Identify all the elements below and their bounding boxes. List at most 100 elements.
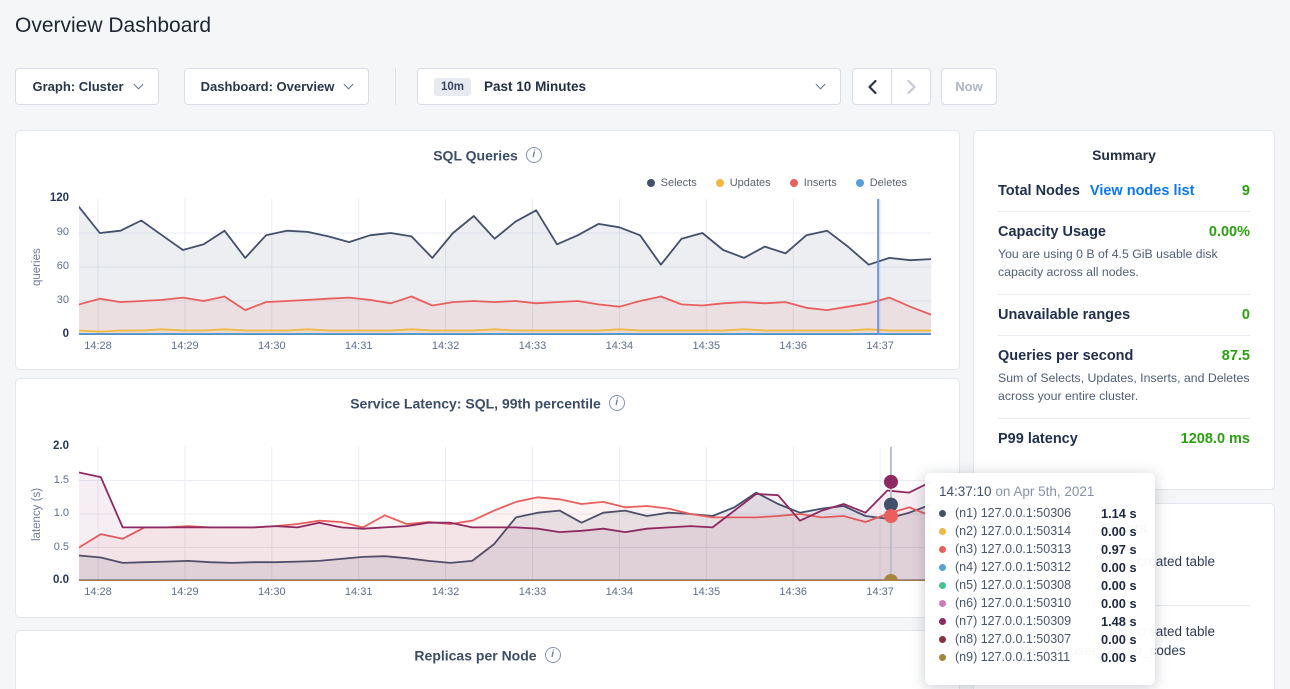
time-next-button[interactable] bbox=[891, 68, 931, 105]
chart-hover-tooltip: 14:37:10 on Apr 5th, 2021 (n1) 127.0.0.1… bbox=[925, 473, 1155, 685]
series-dot-icon bbox=[939, 600, 946, 607]
summary-value: 9 bbox=[1242, 183, 1250, 199]
legend-dot-icon bbox=[716, 179, 724, 187]
tooltip-node-value: 0.97 s bbox=[1101, 542, 1137, 557]
x-axis-tick: 14:29 bbox=[171, 586, 199, 598]
now-button[interactable]: Now bbox=[941, 68, 997, 105]
x-axis-tick: 14:36 bbox=[779, 586, 807, 598]
series-dot-icon bbox=[939, 636, 946, 643]
summary-row: Capacity Usage 0.00% You are using 0 B of … bbox=[998, 212, 1250, 295]
summary-row: Unavailable ranges 0 bbox=[998, 295, 1250, 336]
divider bbox=[395, 68, 396, 105]
series-dot-icon bbox=[939, 582, 946, 589]
summary-label: Total Nodes bbox=[998, 183, 1080, 199]
summary-label: P99 latency bbox=[998, 431, 1078, 447]
x-axis-tick: 14:33 bbox=[519, 340, 547, 352]
chart-title: Service Latency: SQL, 99th percentile bbox=[350, 395, 601, 411]
summary-label: Capacity Usage bbox=[998, 224, 1106, 240]
x-axis-tick: 14:30 bbox=[258, 586, 286, 598]
series-dot-icon bbox=[939, 654, 946, 661]
time-range-label: Past 10 Minutes bbox=[484, 79, 586, 94]
legend-dot-icon bbox=[790, 179, 798, 187]
series-dot-icon bbox=[939, 564, 946, 571]
legend-item-inserts[interactable]: Inserts bbox=[790, 177, 837, 189]
x-axis-tick: 14:35 bbox=[693, 586, 721, 598]
x-axis-tick: 14:29 bbox=[171, 340, 199, 352]
tooltip-node-value: 1.14 s bbox=[1101, 506, 1137, 521]
tooltip-row: (n5) 127.0.0.1:503080.00 s bbox=[939, 576, 1141, 594]
chart-legend: Selects Updates Inserts Deletes bbox=[647, 177, 907, 189]
summary-title: Summary bbox=[998, 147, 1250, 171]
x-axis-tick: 14:36 bbox=[779, 340, 807, 352]
tooltip-node-label: (n4) 127.0.0.1:50312 bbox=[955, 560, 1101, 574]
chart-title: Replicas per Node bbox=[414, 647, 536, 663]
legend-dot-icon bbox=[647, 179, 655, 187]
x-axis-tick: 14:34 bbox=[606, 340, 634, 352]
x-axis-tick: 14:37 bbox=[866, 586, 894, 598]
tooltip-node-label: (n5) 127.0.0.1:50308 bbox=[955, 578, 1101, 592]
graph-dropdown[interactable]: Graph: Cluster bbox=[15, 68, 159, 105]
time-prev-button[interactable] bbox=[852, 68, 892, 105]
summary-value: 0.00% bbox=[1209, 224, 1250, 240]
tooltip-row: (n8) 127.0.0.1:503070.00 s bbox=[939, 630, 1141, 648]
summary-description: Sum of Selects, Updates, Inserts, and De… bbox=[998, 369, 1250, 406]
summary-label: Queries per second bbox=[998, 348, 1133, 364]
x-axis-tick: 14:28 bbox=[84, 586, 112, 598]
x-axis-tick: 14:34 bbox=[606, 586, 634, 598]
series-dot-icon bbox=[939, 546, 946, 553]
info-icon[interactable]: i bbox=[609, 395, 625, 411]
summary-row: P99 latency 1208.0 ms bbox=[998, 419, 1250, 459]
summary-panel: Summary Total Nodes View nodes list 9 Capac… bbox=[973, 130, 1275, 490]
x-axis-tick: 14:32 bbox=[432, 340, 460, 352]
tooltip-row: (n4) 127.0.0.1:503120.00 s bbox=[939, 558, 1141, 576]
chevron-right-icon bbox=[906, 79, 917, 95]
tooltip-node-value: 0.00 s bbox=[1101, 560, 1137, 575]
summary-label: Unavailable ranges bbox=[998, 307, 1130, 323]
chevron-down-icon bbox=[344, 80, 354, 90]
info-icon[interactable]: i bbox=[545, 647, 561, 663]
y-axis-title: latency (s) bbox=[31, 447, 43, 581]
dashboard-dropdown[interactable]: Dashboard: Overview bbox=[184, 68, 369, 105]
summary-value: 1208.0 ms bbox=[1181, 431, 1250, 447]
summary-value: 87.5 bbox=[1222, 348, 1250, 364]
chart-title: SQL Queries bbox=[433, 147, 518, 163]
tooltip-row: (n9) 127.0.0.1:503110.00 s bbox=[939, 648, 1141, 666]
tooltip-node-label: (n2) 127.0.0.1:50314 bbox=[955, 524, 1101, 538]
tooltip-node-label: (n8) 127.0.0.1:50307 bbox=[955, 632, 1101, 646]
summary-row: Queries per second 87.5 Sum of Selects, Up… bbox=[998, 336, 1250, 419]
service-latency-plot[interactable] bbox=[79, 447, 931, 581]
x-axis-tick: 14:33 bbox=[519, 586, 547, 598]
time-range-selector[interactable]: 10m Past 10 Minutes bbox=[417, 68, 841, 105]
graph-dropdown-label: Graph: Cluster bbox=[32, 79, 123, 94]
info-icon[interactable]: i bbox=[526, 147, 542, 163]
series-dot-icon bbox=[939, 528, 946, 535]
tooltip-timestamp: 14:37:10 on Apr 5th, 2021 bbox=[939, 484, 1141, 499]
tooltip-node-value: 0.00 s bbox=[1101, 578, 1137, 593]
sql-queries-plot[interactable] bbox=[79, 199, 931, 335]
legend-item-updates[interactable]: Updates bbox=[716, 177, 771, 189]
view-nodes-list-link[interactable]: View nodes list bbox=[1090, 183, 1195, 199]
tooltip-node-label: (n1) 127.0.0.1:50306 bbox=[955, 506, 1101, 520]
page-title: Overview Dashboard bbox=[15, 14, 211, 38]
tooltip-row: (n6) 127.0.0.1:503100.00 s bbox=[939, 594, 1141, 612]
tooltip-node-label: (n7) 127.0.0.1:50309 bbox=[955, 614, 1101, 628]
chevron-down-icon bbox=[133, 80, 143, 90]
x-axis-tick: 14:37 bbox=[866, 340, 894, 352]
service-latency-chart-card: Service Latency: SQL, 99th percentilei 0… bbox=[15, 378, 960, 618]
x-axis-tick: 14:31 bbox=[345, 340, 373, 352]
legend-item-selects[interactable]: Selects bbox=[647, 177, 697, 189]
sql-queries-chart-card: SQL Queries i Selects Updates Inserts Delete… bbox=[15, 130, 960, 370]
legend-item-deletes[interactable]: Deletes bbox=[856, 177, 907, 189]
tooltip-node-value: 0.00 s bbox=[1101, 524, 1137, 539]
summary-value: 0 bbox=[1242, 307, 1250, 323]
tooltip-node-label: (n3) 127.0.0.1:50313 bbox=[955, 542, 1101, 556]
replicas-per-node-chart-card: Replicas per Node i bbox=[15, 630, 960, 689]
summary-description: You are using 0 B of 4.5 GiB usable disk… bbox=[998, 245, 1250, 282]
time-range-badge: 10m bbox=[434, 78, 471, 96]
x-axis-tick: 14:35 bbox=[693, 340, 721, 352]
tooltip-node-label: (n9) 127.0.0.1:50311 bbox=[955, 650, 1101, 664]
tooltip-row: (n1) 127.0.0.1:503061.14 s bbox=[939, 504, 1141, 522]
legend-dot-icon bbox=[856, 179, 864, 187]
tooltip-row: (n2) 127.0.0.1:503140.00 s bbox=[939, 522, 1141, 540]
summary-row: Total Nodes View nodes list 9 bbox=[998, 171, 1250, 212]
